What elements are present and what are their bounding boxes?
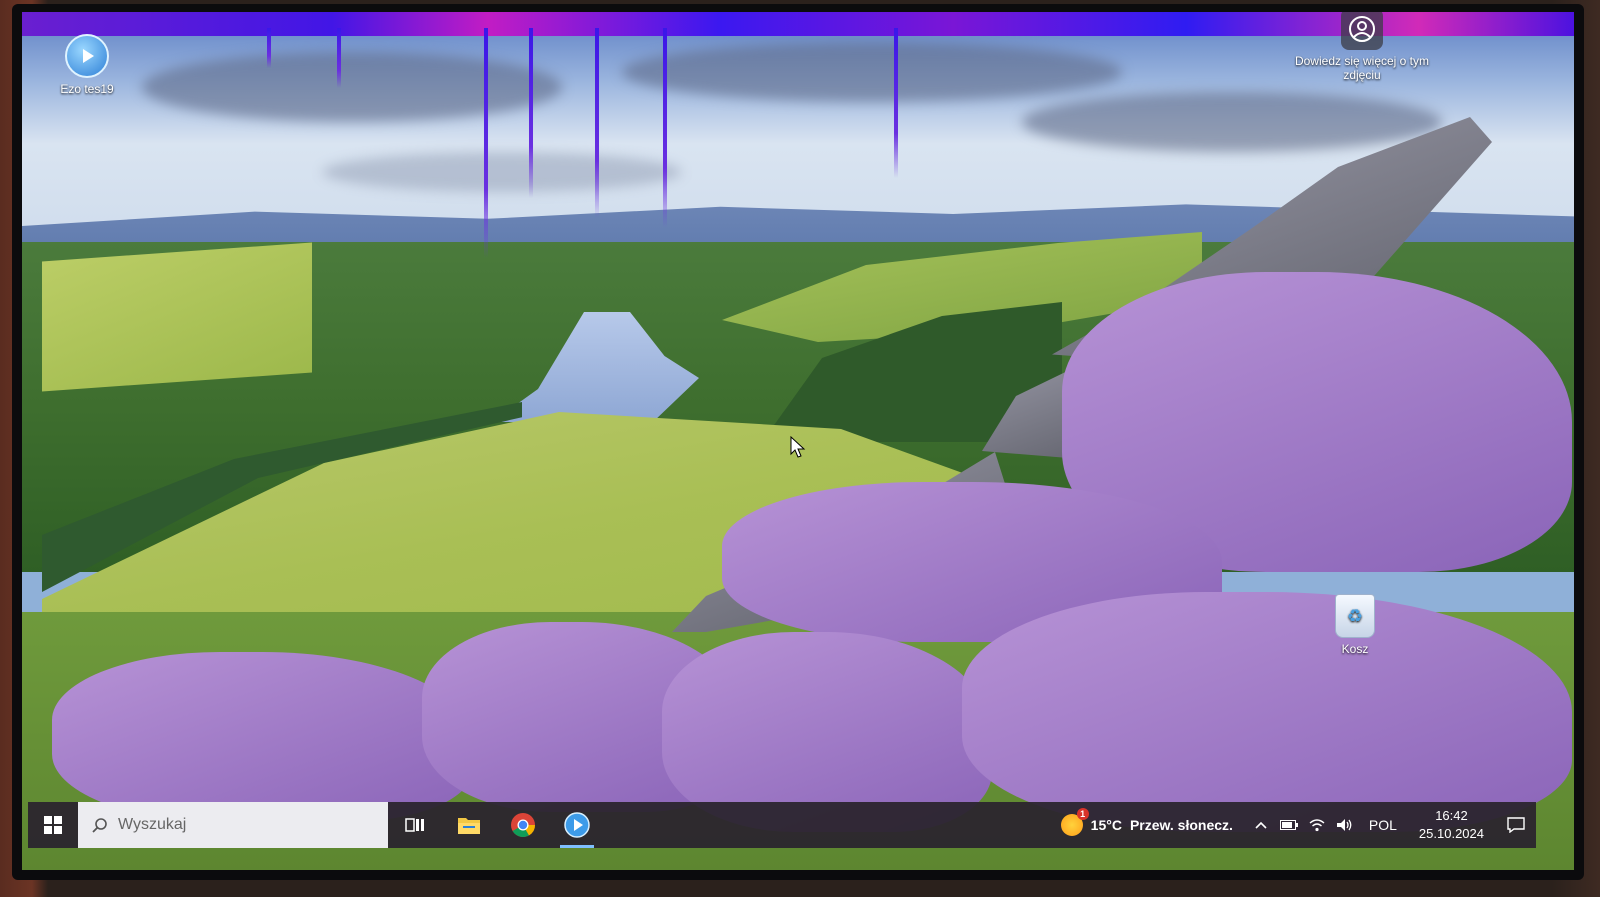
wifi-icon xyxy=(1309,819,1325,832)
camera-info-icon xyxy=(1341,12,1383,50)
task-view-icon xyxy=(405,818,424,832)
battery-button[interactable] xyxy=(1275,802,1303,848)
screen-glitch-drip xyxy=(663,28,667,228)
screen-glitch-drip xyxy=(484,28,488,258)
wallpaper-cloud xyxy=(142,52,562,122)
wallpaper-cloud xyxy=(622,42,1122,102)
wallpaper-heather xyxy=(962,592,1572,832)
weather-description: Przew. słonecz. xyxy=(1129,817,1233,833)
desktop-icon-learn-more[interactable]: Dowiedz się więcej o tym zdjęciu xyxy=(1292,12,1432,82)
network-button[interactable] xyxy=(1303,802,1331,848)
chevron-up-icon xyxy=(1255,821,1267,829)
desktop-screen: Ezo tes19 Dowiedz się więcej o tym zdjęc… xyxy=(22,12,1574,870)
screen-glitch-drip xyxy=(337,28,341,88)
battery-icon xyxy=(1279,820,1298,830)
show-hidden-icons-button[interactable] xyxy=(1247,802,1275,848)
wallpaper-heather xyxy=(52,652,472,822)
notification-icon xyxy=(1507,817,1525,833)
taskbar-search-input[interactable]: Wyszukaj xyxy=(78,802,388,848)
weather-widget[interactable]: 1 15°C Przew. słonecz. xyxy=(1047,808,1247,836)
desktop-icon-app[interactable]: Ezo tes19 xyxy=(42,34,132,96)
weather-temperature: 15°C xyxy=(1090,817,1122,833)
desktop-icon-label: Dowiedz się więcej o tym zdjęciu xyxy=(1294,54,1430,82)
play-icon xyxy=(65,34,109,78)
screen-glitch-drip xyxy=(529,28,533,198)
clock-time: 16:42 xyxy=(1435,808,1468,823)
windows-icon xyxy=(44,816,62,834)
start-button[interactable] xyxy=(28,802,78,848)
desktop-icon-recycle-bin[interactable]: ♻ Kosz xyxy=(1310,594,1400,656)
taskbar: Wyszukaj 1 15°C Przew. słonecz. POL 16:4… xyxy=(28,802,1536,848)
language-indicator[interactable]: POL xyxy=(1359,817,1407,833)
notification-center-button[interactable] xyxy=(1496,802,1536,848)
clock-date: 25.10.2024 xyxy=(1418,826,1484,841)
clock[interactable]: 16:42 25.10.2024 xyxy=(1407,807,1496,843)
sun-icon: 1 xyxy=(1060,808,1089,836)
play-icon xyxy=(564,812,590,838)
wallpaper-cloud xyxy=(1022,92,1442,152)
media-app-button[interactable] xyxy=(550,802,604,848)
wallpaper-cloud xyxy=(322,152,682,192)
volume-button[interactable] xyxy=(1331,802,1359,848)
recycle-bin-icon: ♻ xyxy=(1335,594,1375,638)
notification-badge: 1 xyxy=(1076,808,1089,820)
desktop-icon-label: Ezo tes19 xyxy=(60,82,114,96)
desktop-icon-label: Kosz xyxy=(1341,642,1369,656)
screen-glitch-drip xyxy=(267,28,271,68)
file-explorer-button[interactable] xyxy=(442,802,496,848)
speaker-icon xyxy=(1336,819,1352,831)
search-icon xyxy=(92,818,107,833)
task-view-button[interactable] xyxy=(388,802,442,848)
screen-glitch-drip xyxy=(595,28,599,218)
chrome-button[interactable] xyxy=(496,802,550,848)
search-placeholder: Wyszukaj xyxy=(118,816,187,833)
system-tray: 1 15°C Przew. słonecz. POL 16:42 25.10.2… xyxy=(1047,802,1536,848)
screen-glitch-drip xyxy=(894,28,898,178)
chrome-icon xyxy=(511,813,535,838)
wallpaper-field xyxy=(42,242,312,392)
monitor-bezel: Ezo tes19 Dowiedz się więcej o tym zdjęc… xyxy=(12,4,1584,880)
folder-icon xyxy=(458,818,480,834)
